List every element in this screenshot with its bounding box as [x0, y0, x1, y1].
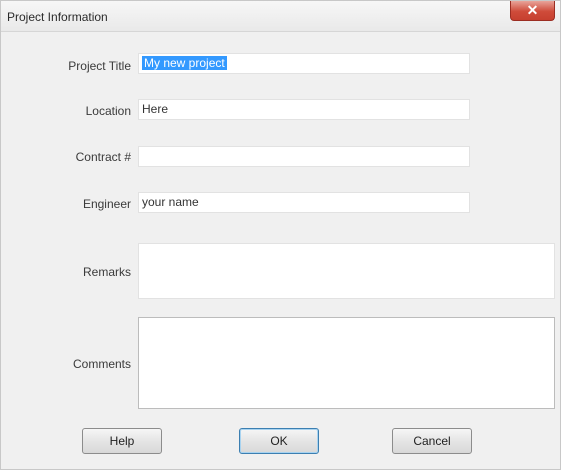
- close-button[interactable]: ✕: [510, 1, 555, 21]
- project-title-label: Project Title: [68, 59, 131, 73]
- title-bar[interactable]: Project Information ✕: [1, 1, 560, 32]
- project-title-value: My new project: [142, 56, 227, 70]
- close-icon: ✕: [526, 2, 539, 18]
- comments-textarea[interactable]: [138, 317, 555, 409]
- dialog-title: Project Information: [7, 10, 108, 24]
- project-information-dialog: Project Information ✕ Project Title My n…: [0, 0, 561, 470]
- remarks-label: Remarks: [82, 265, 131, 279]
- cancel-button[interactable]: Cancel: [392, 428, 472, 454]
- ok-button[interactable]: OK: [239, 428, 319, 454]
- engineer-value: your name: [142, 195, 199, 209]
- location-label: Location: [85, 104, 131, 118]
- contract-input[interactable]: [138, 146, 470, 167]
- remarks-textarea[interactable]: [138, 243, 555, 299]
- project-title-input[interactable]: My new project: [138, 53, 470, 74]
- location-input[interactable]: Here: [138, 99, 470, 120]
- location-value: Here: [142, 102, 169, 116]
- engineer-label: Engineer: [82, 197, 131, 211]
- help-button[interactable]: Help: [82, 428, 162, 454]
- contract-label: Contract #: [75, 150, 131, 164]
- comments-label: Comments: [72, 357, 131, 371]
- engineer-input[interactable]: your name: [138, 192, 470, 213]
